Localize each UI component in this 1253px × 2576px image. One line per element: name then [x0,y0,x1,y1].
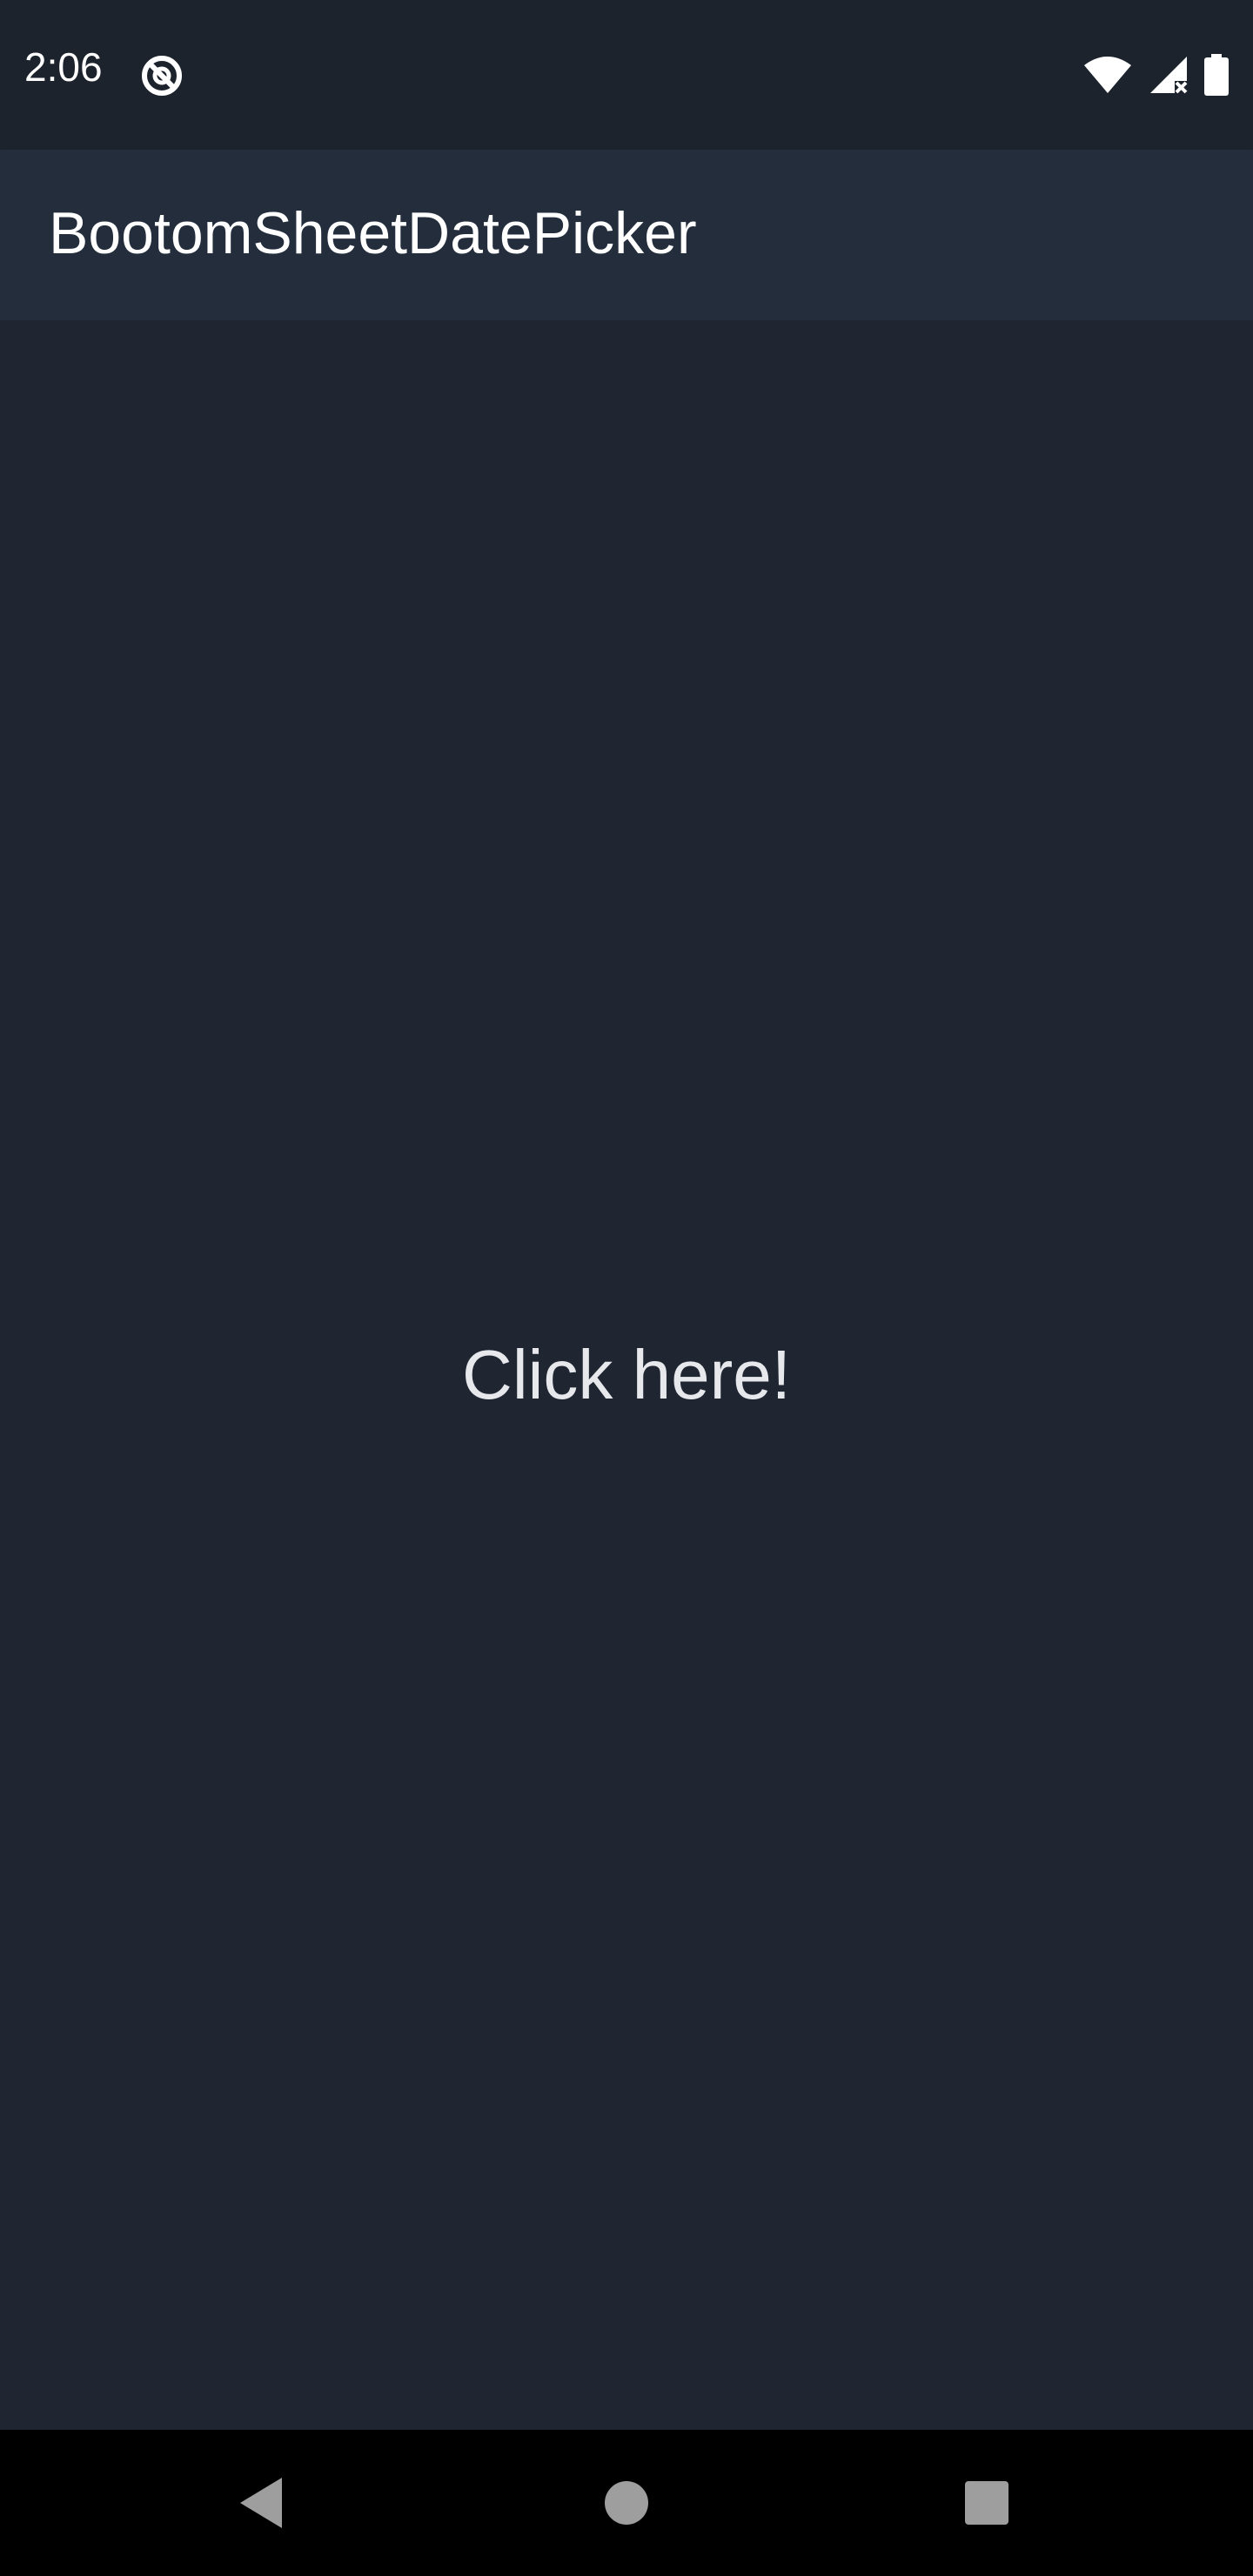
navigation-bar [0,2430,1253,2576]
recents-button[interactable] [914,2430,1060,2576]
app-title: BootomSheetDatePicker [49,200,697,266]
click-here-button[interactable]: Click here! [0,1340,1253,1410]
wifi-icon [1082,55,1133,95]
home-button[interactable] [553,2430,700,2576]
back-button[interactable] [188,2430,334,2576]
main-content: Click here! [0,320,1253,2430]
status-icons [1082,54,1229,96]
battery-icon [1204,54,1229,96]
app-notification-icon [139,53,184,98]
home-icon [605,2481,648,2525]
status-bar: 2:06 [0,0,1253,150]
app-bar: BootomSheetDatePicker [0,150,1253,320]
status-time: 2:06 [24,44,103,90]
back-icon [240,2478,282,2528]
recents-icon [965,2481,1008,2525]
signal-icon [1149,55,1189,95]
screen: 2:06 BootomSheetDatePicker Click here! [0,0,1253,2576]
